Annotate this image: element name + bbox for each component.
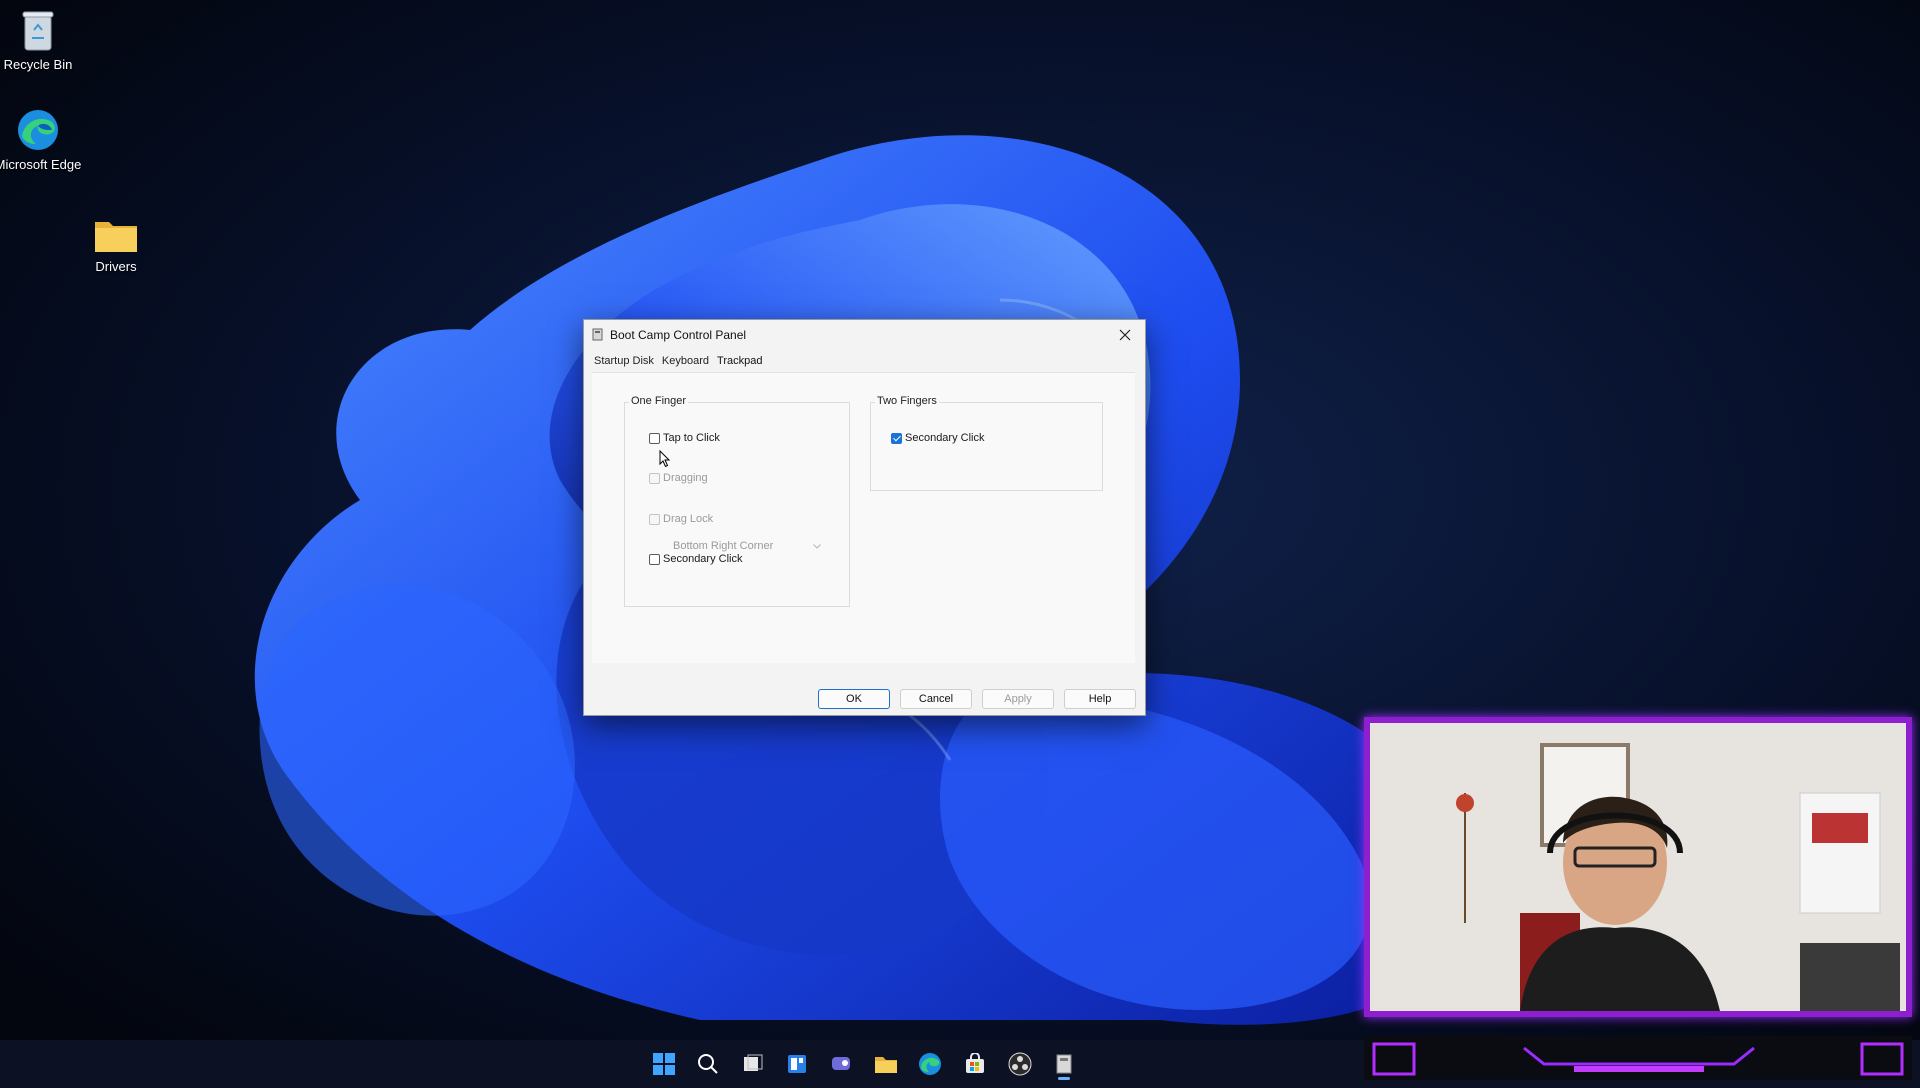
search-icon	[698, 1054, 718, 1074]
group-title-one-finger: One Finger	[629, 395, 689, 407]
option-secondary-click[interactable]: Secondary Click	[649, 553, 742, 565]
help-button[interactable]: Help	[1064, 689, 1136, 709]
folder-icon	[95, 222, 137, 252]
webcam-feed-image	[1370, 723, 1906, 1011]
recycle-bin-icon	[22, 11, 54, 51]
desktop-icon-label: Recycle Bin	[3, 57, 73, 72]
secondary-click-corner-select: Bottom Right Corner	[665, 538, 827, 554]
store-icon	[966, 1053, 984, 1073]
option-label: Drag Lock	[663, 513, 714, 525]
option-label: Secondary Click	[905, 432, 985, 444]
taskbar-store[interactable]	[960, 1049, 990, 1079]
select-value: Bottom Right Corner	[673, 540, 774, 552]
apply-button: Apply	[982, 689, 1054, 709]
edge-icon	[18, 110, 58, 150]
desktop-icon-label: Drivers	[95, 259, 137, 274]
obs-icon	[1008, 1052, 1032, 1076]
mouse-cursor-icon	[659, 450, 671, 468]
two-fingers-group: Two Fingers Secondary Click	[870, 395, 1103, 491]
dialog-titlebar[interactable]: Boot Camp Control Panel	[584, 320, 1145, 350]
close-button[interactable]	[1105, 320, 1145, 350]
option-label: Secondary Click	[663, 553, 743, 565]
taskbar-search[interactable]	[693, 1049, 723, 1079]
checkbox-tap-to-click[interactable]	[649, 432, 660, 444]
tab-keyboard[interactable]: Keyboard	[662, 354, 709, 372]
taskbar-bootcamp[interactable]	[1049, 1049, 1079, 1080]
desktop-icon-edge[interactable]: Microsoft Edge	[0, 108, 83, 173]
checkbox-secondary-click[interactable]	[649, 553, 660, 565]
option-two-finger-secondary-click[interactable]: Secondary Click	[891, 432, 984, 444]
taskbar-edge[interactable]	[915, 1049, 945, 1079]
desktop-icon-recycle-bin[interactable]: Recycle Bin	[0, 8, 83, 73]
windows-start-icon	[653, 1053, 675, 1075]
option-drag-lock: Drag Lock	[649, 513, 713, 525]
desktop-icon-drivers[interactable]: Drivers	[71, 216, 161, 275]
widgets-icon	[788, 1055, 806, 1073]
checkbox-two-finger-secondary-click[interactable]	[891, 432, 902, 444]
dialog-title: Boot Camp Control Panel	[610, 328, 747, 342]
ok-button[interactable]: OK	[818, 689, 890, 709]
chevron-down-icon	[813, 543, 821, 549]
taskbar-task-view[interactable]	[738, 1049, 768, 1079]
tab-strip: Startup Disk Keyboard Trackpad	[594, 354, 762, 372]
taskbar-file-explorer[interactable]	[871, 1049, 901, 1079]
task-view-icon	[744, 1054, 763, 1071]
taskbar-obs[interactable]	[1005, 1049, 1035, 1079]
tab-trackpad[interactable]: Trackpad	[717, 354, 762, 372]
trackpad-panel: One Finger Tap to Click Dragging Drag Lo…	[592, 372, 1135, 663]
bootcamp-app-icon	[592, 328, 603, 341]
file-explorer-icon	[875, 1057, 897, 1073]
option-label: Dragging	[663, 472, 708, 484]
desktop-icon-label: Microsoft Edge	[0, 157, 82, 172]
taskbar-chat[interactable]	[826, 1049, 856, 1079]
checkbox-dragging	[649, 472, 660, 484]
taskbar-widgets[interactable]	[782, 1049, 812, 1079]
option-dragging: Dragging	[649, 472, 708, 484]
webcam-bottom-bar	[1364, 1036, 1912, 1080]
one-finger-group: One Finger Tap to Click Dragging Drag Lo…	[624, 395, 850, 607]
bootcamp-icon	[1056, 1054, 1072, 1074]
option-label: Tap to Click	[663, 432, 720, 444]
cancel-button[interactable]: Cancel	[900, 689, 972, 709]
edge-icon	[919, 1053, 941, 1075]
running-indicator	[1058, 1077, 1070, 1080]
option-tap-to-click[interactable]: Tap to Click	[649, 432, 720, 444]
tab-startup-disk[interactable]: Startup Disk	[594, 354, 654, 372]
teams-chat-icon	[832, 1057, 850, 1070]
checkbox-drag-lock	[649, 513, 660, 525]
group-title-two-fingers: Two Fingers	[875, 395, 939, 407]
close-icon	[1119, 329, 1131, 341]
bootcamp-dialog: Boot Camp Control Panel Startup Disk Key…	[583, 319, 1146, 716]
webcam-overlay	[1364, 717, 1912, 1017]
taskbar-start[interactable]	[649, 1049, 679, 1079]
